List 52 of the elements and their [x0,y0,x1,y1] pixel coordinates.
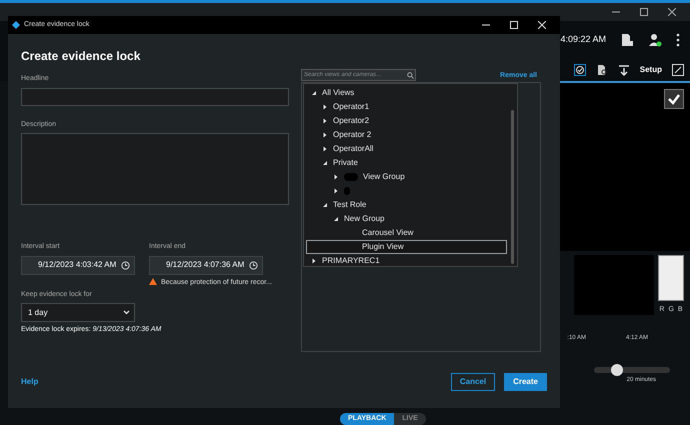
description-field[interactable] [21,133,289,205]
collapsed-caret-icon[interactable] [322,146,328,152]
tree-item[interactable]: Operator2 [306,114,507,128]
tree-item[interactable]: New Group [306,212,507,226]
setup-button[interactable]: Setup [640,64,662,76]
expanded-caret-icon[interactable] [311,90,317,96]
cancel-button[interactable]: Cancel [450,373,496,391]
checkbox-icon[interactable] [664,89,684,109]
tree-item[interactable]: Carousel View [306,226,507,240]
tree-item[interactable]: OperatorAll [306,142,507,156]
tree-item[interactable]: Operator 2 [306,128,507,142]
fullscreen-icon[interactable] [672,64,684,76]
search-icon[interactable] [407,72,414,78]
clock: 4:09:22 AM [560,33,606,46]
interval-end-field[interactable]: 9/12/2023 4:07:36 AM [149,256,263,274]
user-status-icon[interactable] [648,33,662,47]
maximize-icon[interactable] [640,8,648,16]
clock-icon[interactable] [121,260,130,270]
export-icon[interactable] [618,64,630,76]
slider-thumb[interactable] [610,364,623,376]
collapsed-caret-icon[interactable] [311,258,317,264]
check-circle-icon[interactable] [574,64,586,76]
tree-item[interactable]: Operator1 [306,100,507,114]
more-icon[interactable] [676,33,680,47]
clock-icon[interactable] [249,260,258,270]
keep-duration-dropdown[interactable]: 1 day [21,303,135,322]
collapsed-caret-icon[interactable] [322,132,328,138]
tree-item[interactable]: Test Role [306,198,507,212]
expanded-caret-icon[interactable] [322,202,328,208]
tree-item[interactable]: Plugin View [306,240,507,254]
collapsed-caret-icon[interactable] [322,104,328,110]
expanded-caret-icon[interactable] [322,160,328,166]
collapsed-caret-icon[interactable] [333,188,339,194]
help-link[interactable]: Help [21,376,38,388]
collapsed-caret-icon[interactable] [322,118,328,124]
dialog-heading: Create evidence lock [21,48,142,65]
close-icon[interactable] [668,8,676,16]
zoom-slider[interactable] [594,366,670,372]
color-picker[interactable] [658,255,684,301]
tree-item[interactable]: Private [306,156,507,170]
tree-item[interactable]: PRIMARYREC1 [306,254,507,268]
headline-field[interactable] [21,88,289,106]
chevron-down-icon [123,310,130,315]
scrollbar[interactable] [511,110,514,264]
tree-item[interactable]: All Views [306,86,507,100]
search-document-icon[interactable] [596,64,608,76]
interval-start-field[interactable]: 9/12/2023 4:03:42 AM [21,256,135,274]
tree-item[interactable]: View Group [306,170,507,184]
expanded-caret-icon[interactable] [333,216,339,222]
warning-icon [149,278,157,284]
create-button[interactable]: Create [504,373,547,391]
collapsed-caret-icon[interactable] [333,174,339,180]
